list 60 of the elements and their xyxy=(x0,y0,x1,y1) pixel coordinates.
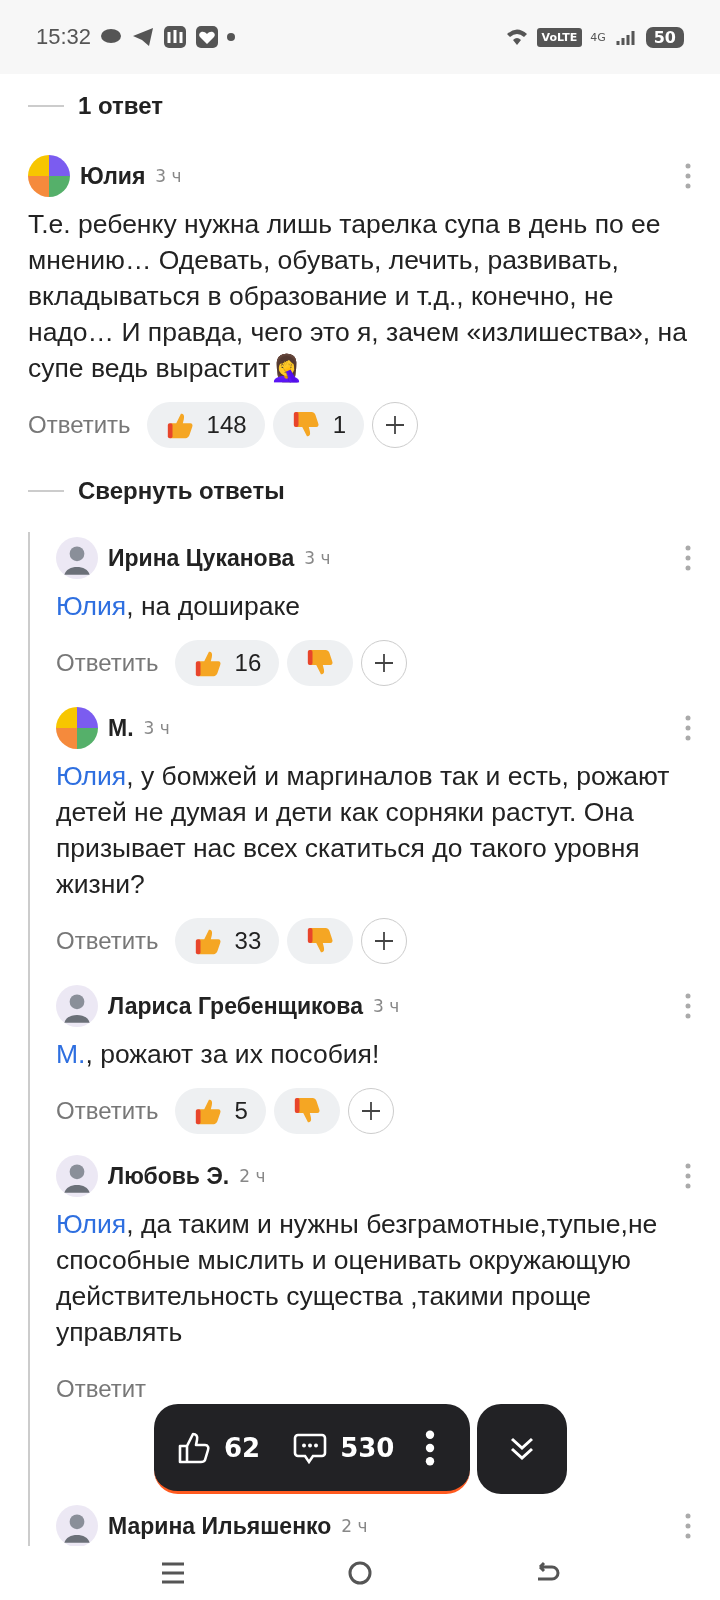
comment-time: 3 ч xyxy=(143,718,170,738)
author-name[interactable]: Ирина Цуканова xyxy=(108,544,295,572)
reply-button[interactable]: Ответить xyxy=(56,1097,159,1125)
plus-icon xyxy=(373,930,396,952)
like-button[interactable]: 5 xyxy=(174,1088,266,1134)
avatar xyxy=(56,707,98,749)
like-button[interactable]: 33 xyxy=(174,918,280,964)
like-button[interactable]: 16 xyxy=(174,640,280,686)
dislike-button[interactable] xyxy=(273,1088,340,1134)
author-name[interactable]: Марина Ильяшенко xyxy=(108,1512,332,1540)
add-reaction-button[interactable] xyxy=(361,918,408,964)
replies-count[interactable]: 1 ответ xyxy=(78,92,164,120)
plus-icon xyxy=(359,1100,382,1122)
author-name[interactable]: Лариса Гребенщикова xyxy=(108,992,363,1020)
comment-time: 3 ч xyxy=(372,996,400,1016)
comment-text: М., рожают за их пособия! xyxy=(56,1038,381,1071)
mention-link[interactable]: М. xyxy=(56,1039,86,1069)
comment-time: 2 ч xyxy=(239,1166,266,1186)
comment-time: 3 ч xyxy=(155,166,182,186)
comment-time: 3 ч xyxy=(304,548,331,568)
paper-plane-icon xyxy=(131,25,156,49)
comment-text: Т.е. ребенку нужна лишь тарелка супа в день по ее мнению… Одевать, обувать, лечить, развивать, вкладываться в образование и т.д., конечно, не надо… И правда, чего это я, зачем «излишества», на супе ведь вырастит🤦‍♀ xyxy=(28,208,688,385)
comment-text: Юлия, у бомжей и маргиналов так и есть, рожают детей не думая и дети как сорняки растут. Она призывает нас всех скатиться до такого уровня жизни? xyxy=(56,760,671,901)
avatar xyxy=(56,1505,98,1547)
avatar xyxy=(56,985,98,1027)
network-type: 4G xyxy=(590,30,606,44)
app-icon xyxy=(163,25,188,49)
author-name[interactable]: Юлия xyxy=(80,162,146,190)
reply-button[interactable]: Ответит xyxy=(56,1375,147,1403)
reply-button[interactable]: Ответить xyxy=(56,649,159,677)
add-reaction-button[interactable] xyxy=(361,640,408,686)
avatar xyxy=(56,1155,98,1197)
avatar xyxy=(56,537,98,579)
reply-button[interactable]: Ответить xyxy=(56,927,159,955)
status-time: 15:32 xyxy=(36,24,92,50)
mention-link[interactable]: Юлия xyxy=(56,761,127,791)
comment-text: Юлия, на дошираке xyxy=(56,590,302,623)
dot-icon xyxy=(227,33,236,41)
plus-icon xyxy=(373,652,396,674)
add-reaction-button[interactable] xyxy=(372,402,418,448)
add-reaction-button[interactable] xyxy=(347,1088,394,1134)
author-name[interactable]: Любовь Э. xyxy=(108,1162,230,1190)
comment-text: Юлия, да таким и нужны безграмотные,тупые,не способные мыслить и оценивать окружающую действительность существа ,такими проще управлять xyxy=(56,1208,659,1349)
mention-link[interactable]: Юлия xyxy=(56,1209,127,1239)
plus-icon xyxy=(384,414,406,436)
collapse-replies[interactable]: Свернуть ответы xyxy=(78,477,285,505)
like-button[interactable]: 148 xyxy=(146,402,265,448)
scroll-down-button[interactable] xyxy=(477,1404,567,1494)
dislike-button[interactable]: 1 xyxy=(272,402,364,448)
author-name[interactable]: М. xyxy=(108,714,134,742)
comment-time: 2 ч xyxy=(341,1516,368,1536)
battery-level: 50 xyxy=(645,26,684,48)
likes-count: 62 xyxy=(224,1432,261,1463)
mention-link[interactable]: Юлия xyxy=(56,591,127,621)
avatar xyxy=(28,155,70,197)
volte-badge: VoLTE xyxy=(536,27,583,47)
dislike-button[interactable] xyxy=(287,640,354,686)
comments-count: 530 xyxy=(340,1432,395,1463)
reply-button[interactable]: Ответить xyxy=(28,411,131,439)
dislike-button[interactable] xyxy=(287,918,354,964)
